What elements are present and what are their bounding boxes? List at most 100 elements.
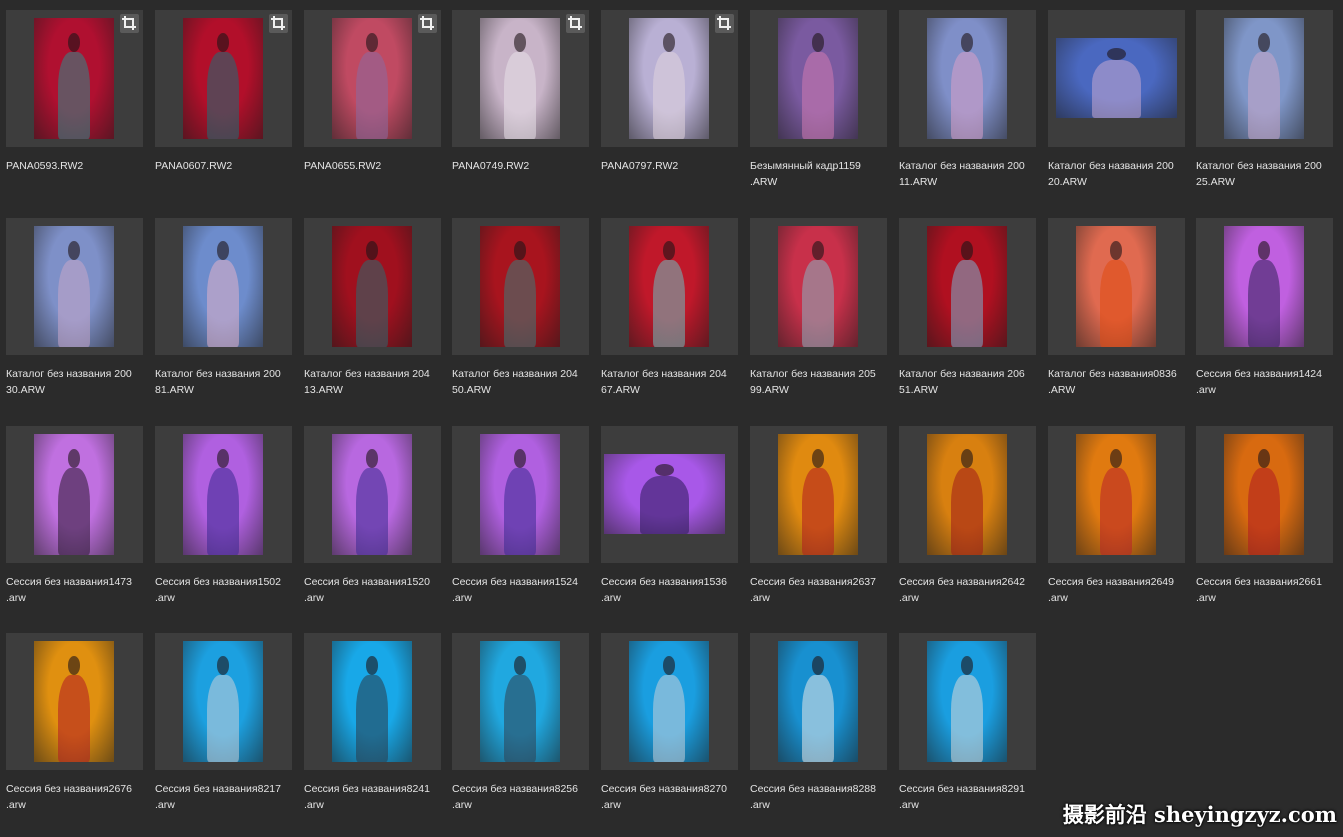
thumbnail-image[interactable]	[480, 641, 560, 762]
thumbnail-item[interactable]: Каталог без названия 200 30.ARW	[0, 208, 148, 415]
thumbnail-frame[interactable]	[452, 218, 589, 355]
thumbnail-item[interactable]: Сессия без названия8288 .arw	[744, 623, 892, 830]
thumbnail-image[interactable]	[778, 18, 858, 139]
thumbnail-item[interactable]: Каталог без названия 204 13.ARW	[298, 208, 446, 415]
thumbnail-frame[interactable]	[1048, 426, 1185, 563]
thumbnail-item[interactable]: PANA0797.RW2	[595, 0, 743, 207]
thumbnail-item[interactable]: PANA0593.RW2	[0, 0, 148, 207]
thumbnail-item[interactable]: Сессия без названия2642 .arw	[893, 416, 1041, 623]
thumbnail-frame[interactable]	[452, 633, 589, 770]
crop-icon[interactable]	[566, 14, 585, 33]
thumbnail-frame[interactable]	[601, 426, 738, 563]
thumbnail-image[interactable]	[1224, 226, 1304, 347]
thumbnail-frame[interactable]	[6, 10, 143, 147]
thumbnail-item[interactable]: Каталог без названия 200 11.ARW	[893, 0, 1041, 207]
thumbnail-frame[interactable]	[6, 426, 143, 563]
thumbnail-item[interactable]: Сессия без названия1524 .arw	[446, 416, 594, 623]
thumbnail-item[interactable]: Сессия без названия8241 .arw	[298, 623, 446, 830]
thumbnail-item[interactable]: Безымянный кадр1159 .ARW	[744, 0, 892, 207]
thumbnail-item[interactable]: Каталог без названия 200 81.ARW	[149, 208, 297, 415]
thumbnail-item[interactable]: Сессия без названия1536 .arw	[595, 416, 743, 623]
thumbnail-frame[interactable]	[601, 633, 738, 770]
thumbnail-image[interactable]	[778, 434, 858, 555]
thumbnail-image[interactable]	[778, 641, 858, 762]
thumbnail-item[interactable]: Каталог без названия 200 25.ARW	[1190, 0, 1338, 207]
thumbnail-image[interactable]	[480, 434, 560, 555]
thumbnail-frame[interactable]	[1196, 218, 1333, 355]
thumbnail-item[interactable]: Каталог без названия 200 20.ARW	[1042, 0, 1190, 207]
thumbnail-item[interactable]: Сессия без названия2649 .arw	[1042, 416, 1190, 623]
thumbnail-image[interactable]	[604, 454, 725, 534]
thumbnail-image[interactable]	[927, 641, 1007, 762]
thumbnail-image[interactable]	[480, 226, 560, 347]
thumbnail-image[interactable]	[34, 641, 114, 762]
thumbnail-frame[interactable]	[452, 10, 589, 147]
thumbnail-frame[interactable]	[1196, 10, 1333, 147]
thumbnail-item[interactable]: Сессия без названия8217 .arw	[149, 623, 297, 830]
thumbnail-image[interactable]	[1224, 434, 1304, 555]
thumbnail-image[interactable]	[1056, 38, 1177, 118]
thumbnail-frame[interactable]	[1196, 426, 1333, 563]
thumbnail-image[interactable]	[332, 226, 412, 347]
thumbnail-frame[interactable]	[155, 633, 292, 770]
thumbnail-item[interactable]: Каталог без названия 206 51.ARW	[893, 208, 1041, 415]
thumbnail-image[interactable]	[1076, 434, 1156, 555]
thumbnail-frame[interactable]	[1048, 10, 1185, 147]
crop-icon[interactable]	[418, 14, 437, 33]
thumbnail-item[interactable]: Сессия без названия1502 .arw	[149, 416, 297, 623]
thumbnail-item[interactable]: Сессия без названия2637 .arw	[744, 416, 892, 623]
thumbnail-item[interactable]: PANA0655.RW2	[298, 0, 446, 207]
thumbnail-frame[interactable]	[899, 218, 1036, 355]
thumbnail-item[interactable]: Сессия без названия2661 .arw	[1190, 416, 1338, 623]
thumbnail-item[interactable]: Сессия без названия8270 .arw	[595, 623, 743, 830]
thumbnail-frame[interactable]	[899, 10, 1036, 147]
thumbnail-frame[interactable]	[155, 10, 292, 147]
thumbnail-item[interactable]: Сессия без названия1424 .arw	[1190, 208, 1338, 415]
thumbnail-frame[interactable]	[304, 10, 441, 147]
thumbnail-image[interactable]	[34, 226, 114, 347]
thumbnail-item[interactable]: PANA0607.RW2	[149, 0, 297, 207]
thumbnail-frame[interactable]	[1048, 218, 1185, 355]
thumbnail-image[interactable]	[629, 641, 709, 762]
thumbnail-frame[interactable]	[750, 10, 887, 147]
thumbnail-image[interactable]	[34, 434, 114, 555]
thumbnail-image[interactable]	[629, 18, 709, 139]
crop-icon[interactable]	[715, 14, 734, 33]
thumbnail-image[interactable]	[629, 226, 709, 347]
thumbnail-image[interactable]	[480, 18, 560, 139]
thumbnail-item[interactable]: Сессия без названия1520 .arw	[298, 416, 446, 623]
thumbnail-item[interactable]: Каталог без названия 204 50.ARW	[446, 208, 594, 415]
thumbnail-image[interactable]	[778, 226, 858, 347]
thumbnail-image[interactable]	[1224, 18, 1304, 139]
thumbnail-frame[interactable]	[750, 218, 887, 355]
thumbnail-frame[interactable]	[155, 218, 292, 355]
thumbnail-image[interactable]	[332, 18, 412, 139]
thumbnail-image[interactable]	[1076, 226, 1156, 347]
thumbnail-image[interactable]	[183, 226, 263, 347]
thumbnail-image[interactable]	[332, 641, 412, 762]
thumbnail-item[interactable]: Сессия без названия1473 .arw	[0, 416, 148, 623]
thumbnail-image[interactable]	[34, 18, 114, 139]
crop-icon[interactable]	[120, 14, 139, 33]
thumbnail-item[interactable]: PANA0749.RW2	[446, 0, 594, 207]
thumbnail-frame[interactable]	[899, 633, 1036, 770]
thumbnail-frame[interactable]	[6, 633, 143, 770]
thumbnail-image[interactable]	[927, 226, 1007, 347]
thumbnail-image[interactable]	[927, 434, 1007, 555]
crop-icon[interactable]	[269, 14, 288, 33]
thumbnail-item[interactable]: Каталог без названия 204 67.ARW	[595, 208, 743, 415]
thumbnail-image[interactable]	[183, 434, 263, 555]
thumbnail-image[interactable]	[183, 18, 263, 139]
thumbnail-item[interactable]: Сессия без названия2676 .arw	[0, 623, 148, 830]
thumbnail-image[interactable]	[332, 434, 412, 555]
thumbnail-frame[interactable]	[155, 426, 292, 563]
thumbnail-frame[interactable]	[452, 426, 589, 563]
thumbnail-frame[interactable]	[601, 218, 738, 355]
thumbnail-frame[interactable]	[304, 218, 441, 355]
thumbnail-frame[interactable]	[304, 426, 441, 563]
thumbnail-frame[interactable]	[601, 10, 738, 147]
thumbnail-frame[interactable]	[6, 218, 143, 355]
thumbnail-frame[interactable]	[750, 426, 887, 563]
thumbnail-frame[interactable]	[750, 633, 887, 770]
thumbnail-item[interactable]: Каталог без названия0836 .ARW	[1042, 208, 1190, 415]
